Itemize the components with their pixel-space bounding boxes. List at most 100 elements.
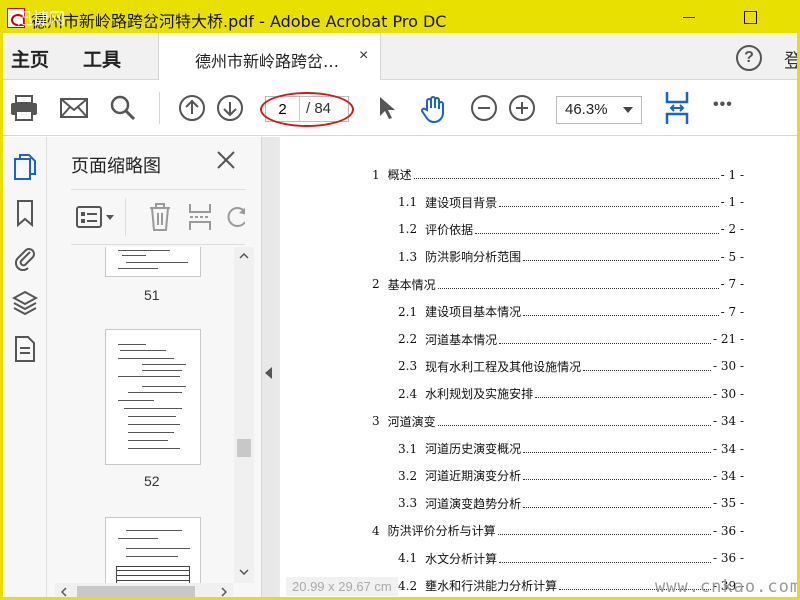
close-tab-icon[interactable]: × [359, 47, 368, 65]
toc-entry-page: - 7 - [720, 304, 744, 319]
tools-menu[interactable]: 工具 [83, 45, 121, 72]
fit-page-width-icon[interactable] [663, 90, 691, 126]
collapse-panel-icon[interactable] [265, 367, 272, 379]
document-properties-icon[interactable] [12, 335, 38, 368]
minimize-button[interactable] [679, 7, 699, 27]
app-window: 德州市新岭路跨岔河特大桥.pdf - Adobe Acrobat Pro DC … [0, 0, 800, 600]
document-page: 1 概述 - 1 - 1.1 建设项目背景 - 1 - 1.2 评价依据 - 2 - 1.3 防洪影… [280, 137, 797, 597]
toc-entry-title: 防洪影响分析范围 [425, 250, 522, 265]
toc-entry[interactable]: 1 概述 - 1 - [372, 161, 744, 188]
navigation-rail [3, 137, 47, 597]
toc-entry[interactable]: 1.1 建设项目背景 - 1 - [372, 188, 744, 215]
toc-entry-page: - 34 - [712, 468, 744, 483]
signin-link[interactable]: 登 [784, 46, 797, 73]
close-panel-icon[interactable] [215, 149, 237, 176]
toc-leader-dots [437, 424, 711, 426]
toc-entry[interactable]: 3.1 河道历史演变概况 - 34 - [372, 435, 744, 462]
toc-entry[interactable]: 2.1 建设项目基本情况 - 7 - [372, 298, 744, 325]
toc-leader-dots [499, 205, 719, 207]
thumbnail-page[interactable] [105, 329, 201, 465]
toc-entry-number: 1.3 [398, 249, 418, 264]
thumbnail-options-icon[interactable] [75, 204, 117, 235]
scroll-up-icon[interactable] [239, 253, 249, 259]
toc-entry[interactable]: 2.4 水利规划及实施安排 - 30 - [372, 380, 744, 407]
toc-leader-dots [523, 479, 711, 481]
toc-entry-page: - 36 - [712, 551, 744, 566]
document-tab-label: 德州市新岭路跨岔… [195, 52, 340, 71]
scrollbar-thumb[interactable] [237, 439, 251, 457]
toc-entry-number: 4 [372, 523, 380, 538]
toc-entry[interactable]: 2.3 现有水利工程及其他设施情况 - 30 - [372, 353, 744, 380]
scroll-right-icon[interactable] [221, 587, 227, 597]
zoom-select[interactable]: 46.3% [556, 96, 642, 124]
toc-entry-number: 2.3 [398, 359, 418, 374]
next-page-icon[interactable] [216, 94, 244, 122]
page-number-input[interactable] [266, 97, 300, 121]
email-icon[interactable] [59, 94, 89, 122]
delete-icon[interactable] [147, 202, 173, 237]
panel-toolbar-divider [125, 198, 126, 236]
home-menu[interactable]: 主页 [11, 45, 49, 72]
chevron-down-icon [623, 107, 633, 113]
table-of-contents: 1 概述 - 1 - 1.1 建设项目背景 - 1 - 1.2 评价依据 - 2 - 1.3 防洪影… [372, 161, 744, 597]
toc-leader-dots [523, 315, 719, 317]
toc-entry-number: 3 [372, 414, 380, 429]
toc-entry-title: 河道近期演变分析 [425, 469, 522, 484]
toc-entry[interactable]: 4 防洪评价分析与计算 - 36 - [372, 517, 744, 544]
attachment-icon[interactable] [12, 243, 38, 276]
thumbnail-page[interactable] [105, 517, 201, 589]
bookmark-icon[interactable] [12, 199, 38, 232]
title-bar: 德州市新岭路跨岔河特大桥.pdf - Adobe Acrobat Pro DC … [3, 3, 797, 33]
more-tools-icon[interactable]: ••• [713, 96, 733, 114]
thumbnail-label: 52 [144, 473, 160, 489]
page-navigator: / 84 [265, 96, 349, 122]
toc-entry-page: - 1 - [720, 195, 744, 210]
rotate-icon[interactable] [225, 202, 245, 237]
document-view[interactable]: 1 概述 - 1 - 1.1 建设项目背景 - 1 - 1.2 评价依据 - 2 - 1.3 防洪影… [276, 137, 797, 597]
toc-entry-page: - 35 - [712, 496, 744, 511]
zoom-value: 46.3% [565, 101, 608, 118]
insert-page-icon[interactable] [187, 202, 213, 237]
toc-entry[interactable]: 4.1 水文分析计算 - 36 - [372, 544, 744, 571]
toc-entry[interactable]: 1.3 防洪影响分析范围 - 5 - [372, 243, 744, 270]
toc-entry-title: 现有水利工程及其他设施情况 [425, 359, 582, 374]
toc-entry-title: 建设项目背景 [425, 195, 498, 210]
thumbnail-horizontal-scrollbar[interactable] [55, 583, 233, 597]
previous-page-icon[interactable] [178, 94, 206, 122]
document-tab[interactable]: 德州市新岭路跨岔… × [158, 33, 381, 80]
toc-entry[interactable]: 2 基本情况 - 7 - [372, 271, 744, 298]
hand-tool-icon[interactable] [419, 94, 449, 124]
print-icon[interactable] [9, 94, 39, 122]
thumbnail-page[interactable] [105, 247, 201, 277]
zoom-out-icon[interactable] [470, 94, 498, 122]
scroll-down-icon[interactable] [239, 569, 249, 575]
toc-entry[interactable]: 1.2 评价依据 - 2 - [372, 216, 744, 243]
toc-entry-page: - 34 - [712, 441, 744, 456]
maximize-button[interactable] [740, 7, 760, 27]
select-cursor-icon[interactable] [375, 94, 399, 122]
toc-entry-title: 水文分析计算 [425, 551, 498, 566]
layers-icon[interactable] [11, 289, 39, 322]
thumbnail-vertical-scrollbar[interactable] [234, 247, 254, 583]
page-thumbnails-icon[interactable] [12, 153, 38, 186]
toc-entry[interactable]: 3.2 河道近期演变分析 - 34 - [372, 462, 744, 489]
toc-entry-page: - 30 - [712, 359, 744, 374]
thumbnail-label: 51 [144, 287, 160, 303]
help-icon[interactable]: ? [736, 45, 762, 71]
toc-entry-number: 2.2 [398, 332, 418, 347]
scrollbar-thumb[interactable] [77, 586, 195, 597]
toc-entry-page: - 36 - [712, 523, 744, 538]
toc-entry-title: 壅水和行洪能力分析计算 [425, 579, 558, 594]
toc-entry[interactable]: 3 河道演变 - 34 - [372, 408, 744, 435]
menu-tab-bar: 主页 工具 德州市新岭路跨岔… × ? 登 [3, 33, 797, 80]
toc-entry[interactable]: 2.2 河道基本情况 - 21 - [372, 325, 744, 352]
zoom-in-icon[interactable] [508, 94, 536, 122]
toc-entry-title: 防洪评价分析与计算 [387, 524, 496, 539]
toolbar-divider [159, 92, 160, 124]
toc-entry-title: 河道基本情况 [425, 332, 498, 347]
toc-entry[interactable]: 3.3 河道演变趋势分析 - 35 - [372, 490, 744, 517]
scroll-left-icon[interactable] [61, 587, 67, 597]
toc-entry-number: 4.1 [398, 551, 418, 566]
search-icon[interactable] [109, 94, 137, 122]
panel-splitter[interactable] [262, 137, 276, 597]
